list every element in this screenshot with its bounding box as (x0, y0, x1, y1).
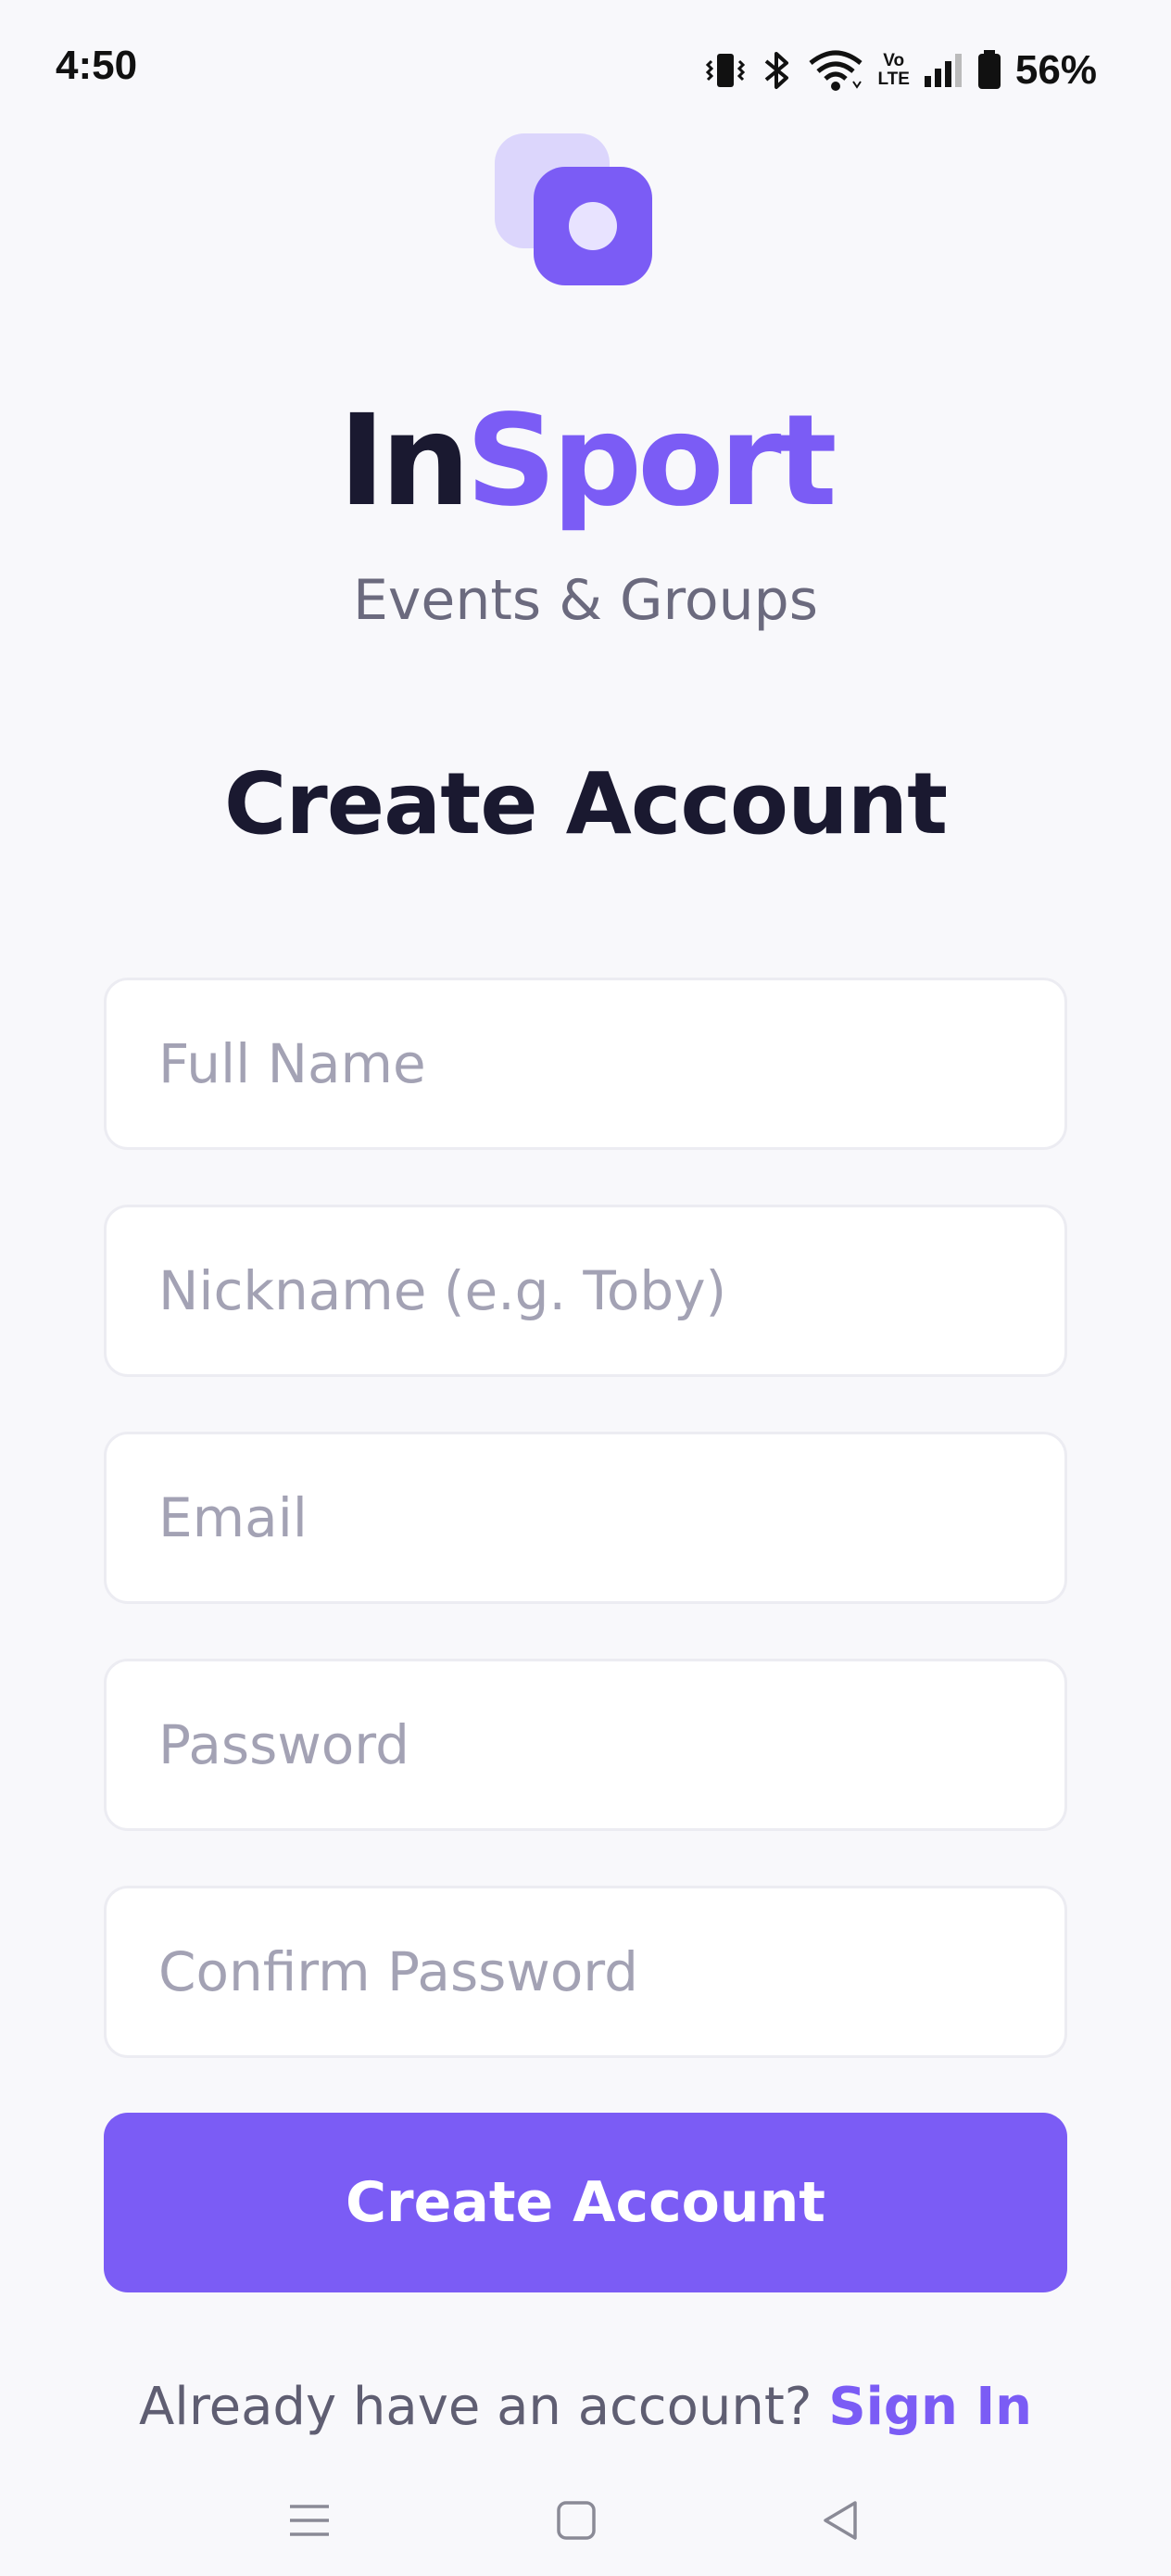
logo-dot (569, 202, 617, 250)
battery-percentage: 56% (1014, 47, 1097, 93)
signin-prompt-row: Already have an account? Sign In (0, 2370, 1171, 2444)
bluetooth-icon (761, 48, 794, 93)
brand-name-part2: Sport (465, 388, 837, 535)
menu-icon[interactable] (272, 2483, 346, 2557)
battery-icon (976, 48, 1002, 93)
confirm-password-field-container (104, 1886, 1067, 2058)
brand-name-part1: In (338, 388, 470, 535)
logo-front-square (534, 167, 652, 285)
back-triangle-icon[interactable] (804, 2483, 878, 2557)
wifi-icon (807, 48, 864, 93)
full-name-input[interactable] (107, 980, 1064, 1147)
full-name-field-container (104, 978, 1067, 1150)
signal-icon (923, 48, 963, 93)
brand-name: InSport (0, 387, 1171, 536)
status-bar: 4:50 Vo LTE 56% (0, 0, 1171, 139)
create-account-button[interactable]: Create Account (104, 2113, 1067, 2292)
home-square-icon[interactable] (539, 2483, 613, 2557)
password-field-container (104, 1659, 1067, 1831)
system-nav-bar (0, 2465, 1171, 2576)
email-input[interactable] (107, 1434, 1064, 1601)
nickname-field-container (104, 1205, 1067, 1377)
vibrate-icon (703, 48, 748, 93)
nickname-input[interactable] (107, 1207, 1064, 1374)
sign-in-link[interactable]: Sign In (828, 2377, 1032, 2437)
password-input[interactable] (107, 1661, 1064, 1828)
volte-icon: Vo LTE (877, 52, 909, 89)
page-title: Create Account (223, 754, 948, 853)
volte-bottom-label: LTE (877, 69, 910, 89)
email-field-container (104, 1432, 1067, 1604)
status-icons: Vo LTE 56% (703, 43, 1097, 98)
signin-prompt-text: Already have an account? (138, 2377, 812, 2437)
volte-top-label: Vo (883, 51, 905, 70)
confirm-password-input[interactable] (107, 1888, 1064, 2055)
brand-tagline: Events & Groups (352, 568, 818, 633)
status-time: 4:50 (56, 43, 138, 88)
app-logo (495, 133, 652, 287)
